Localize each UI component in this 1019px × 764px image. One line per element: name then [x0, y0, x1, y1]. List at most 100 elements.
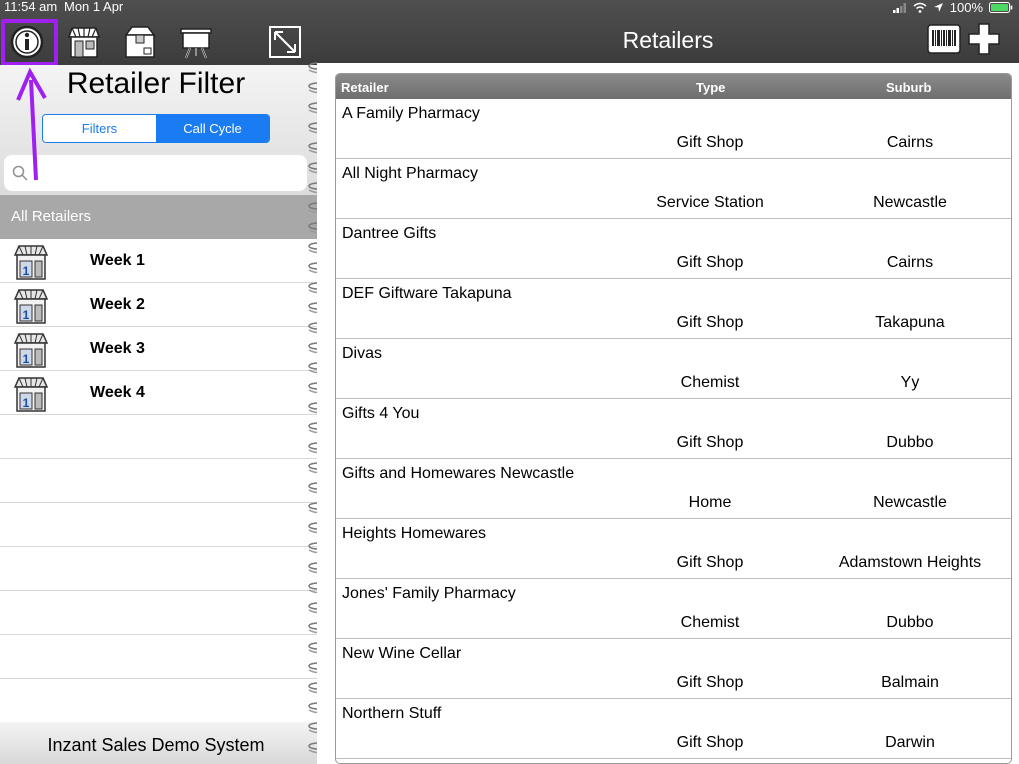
column-header-type[interactable]: Type [696, 80, 725, 95]
retailer-name: DEF Giftware Takapuna [342, 285, 512, 302]
retailer-suburb: Takapuna [875, 314, 945, 331]
retailer-name: Northern Stuff [342, 705, 442, 722]
table-row[interactable]: Gifts and Homewares Newcastle Home Newca… [336, 459, 1011, 519]
week-item-2[interactable]: 1 Week 2 [0, 283, 317, 327]
page-title: Retailers [622, 27, 714, 53]
retailers-table: Retailer Type Suburb A Family Pharmacy G… [335, 73, 1012, 764]
table-header: Retailer Type Suburb [336, 74, 1011, 99]
table-row[interactable]: Dantree Gifts Gift Shop Cairns [336, 219, 1011, 279]
retailer-type: Gift Shop [676, 314, 744, 331]
retailer-suburb: Darwin [885, 734, 935, 751]
retailer-name: Heights Homewares [342, 525, 487, 542]
retailer-name: Divas [342, 345, 383, 362]
cellular-signal-icon [892, 2, 906, 13]
retailer-type: Gift Shop [676, 434, 744, 451]
table-row[interactable]: Jones' Family Pharmacy Chemist Dubbo [336, 579, 1011, 639]
column-header-retailer[interactable]: Retailer [341, 80, 389, 95]
filter-mode-segmented-control: Filters Call Cycle [42, 114, 270, 143]
retailer-type: Home [688, 494, 732, 511]
table-row[interactable]: Heights Homewares Gift Shop Adamstown He… [336, 519, 1011, 579]
store-calendar-icon: 1 [13, 333, 49, 368]
retailer-name: A Family Pharmacy [342, 105, 480, 122]
table-row[interactable]: DEF Giftware Takapuna Gift Shop Takapuna [336, 279, 1011, 339]
week-badge: 1 [23, 264, 30, 278]
status-indicators: 100% [892, 0, 1013, 15]
week-list: 1 Week 1 1 Week 2 1 Week 3 1 Week 4 [0, 239, 317, 723]
empty-row [0, 459, 317, 503]
retailer-suburb: Dubbo [886, 614, 934, 631]
week-label: Week 4 [90, 384, 145, 401]
week-label: Week 2 [90, 296, 145, 313]
call-cycle-segment[interactable]: Call Cycle [156, 115, 269, 142]
retailer-suburb: Newcastle [873, 194, 947, 211]
all-retailers-item[interactable]: All Retailers [0, 195, 317, 239]
retailer-type: Gift Shop [676, 734, 744, 751]
retailer-suburb: Cairns [886, 254, 934, 271]
retailer-type: Chemist [680, 374, 740, 391]
battery-icon [989, 2, 1013, 13]
week-item-3[interactable]: 1 Week 3 [0, 327, 317, 371]
retailer-suburb: Newcastle [873, 494, 947, 511]
all-retailers-label: All Retailers [11, 208, 92, 225]
column-header-suburb[interactable]: Suburb [886, 80, 932, 95]
retailer-name: Jones' Family Pharmacy [342, 585, 516, 602]
retailer-name: Gifts and Homewares Newcastle [342, 465, 575, 482]
retailer-type: Gift Shop [676, 254, 744, 271]
status-time: 11:54 am [4, 0, 58, 14]
retailer-type: Service Station [656, 194, 764, 211]
week-badge: 1 [23, 308, 30, 322]
retailer-suburb: Balmain [881, 674, 939, 691]
footer-label: Inzant Sales Demo System [47, 735, 265, 755]
week-badge: 1 [23, 396, 30, 410]
week-label: Week 1 [90, 252, 145, 269]
retailer-type: Gift Shop [676, 134, 744, 151]
retailer-suburb: Yy [900, 374, 920, 391]
table-row[interactable]: All Night Pharmacy Service Station Newca… [336, 159, 1011, 219]
empty-row [0, 635, 317, 679]
table-row[interactable]: New Wine Cellar Gift Shop Balmain [336, 639, 1011, 699]
retailers-panel: Retailer Type Suburb A Family Pharmacy G… [317, 63, 1019, 764]
table-row[interactable]: A Family Pharmacy Gift Shop Cairns [336, 99, 1011, 159]
store-calendar-icon: 1 [13, 245, 49, 280]
store-calendar-icon: 1 [13, 289, 49, 324]
location-arrow-icon [933, 3, 943, 12]
table-row[interactable]: Northern Stuff Gift Shop Darwin [336, 699, 1011, 759]
empty-row [0, 415, 317, 459]
add-icon[interactable] [967, 22, 1001, 56]
week-badge: 1 [23, 352, 30, 366]
retailer-suburb: Adamstown Heights [838, 554, 982, 571]
retailer-suburb: Dubbo [886, 434, 934, 451]
left-toolbar: 11:54 am Mon 1 Apr [0, 0, 317, 66]
store-icon[interactable] [66, 24, 102, 60]
table-row[interactable]: Divas Chemist Yy [336, 339, 1011, 399]
table-body: A Family Pharmacy Gift Shop Cairns All N… [336, 99, 1011, 759]
wifi-icon [913, 2, 927, 13]
store-calendar-icon: 1 [13, 377, 49, 412]
week-item-4[interactable]: 1 Week 4 [0, 371, 317, 415]
retailer-type: Gift Shop [676, 674, 744, 691]
retailer-name: All Night Pharmacy [342, 165, 479, 182]
empty-row [0, 547, 317, 591]
retailer-type: Chemist [680, 614, 740, 631]
empty-row [0, 503, 317, 547]
retailer-filter-panel: 11:54 am Mon 1 Apr Retailer Filter Filte… [0, 0, 317, 764]
status-date: Mon 1 Apr [64, 0, 124, 14]
expand-icon[interactable] [267, 24, 303, 60]
right-toolbar: 100% Retailers [317, 0, 1019, 63]
annotation-arrow-icon [16, 67, 47, 181]
retailer-name: New Wine Cellar [342, 645, 462, 662]
week-label: Week 3 [90, 340, 145, 357]
retailer-name: Gifts 4 You [342, 405, 420, 422]
battery-percentage: 100% [949, 0, 983, 15]
empty-row [0, 679, 317, 723]
retailer-name: Dantree Gifts [342, 225, 437, 242]
retailer-type: Gift Shop [676, 554, 744, 571]
table-row[interactable]: Gifts 4 You Gift Shop Dubbo [336, 399, 1011, 459]
retailer-suburb: Cairns [886, 134, 934, 151]
empty-row [0, 591, 317, 635]
week-item-1[interactable]: 1 Week 1 [0, 239, 317, 283]
barcode-icon[interactable] [927, 24, 961, 54]
presentation-easel-icon[interactable] [178, 24, 214, 60]
info-icon-highlight [1, 19, 58, 66]
box-icon[interactable] [122, 24, 158, 60]
